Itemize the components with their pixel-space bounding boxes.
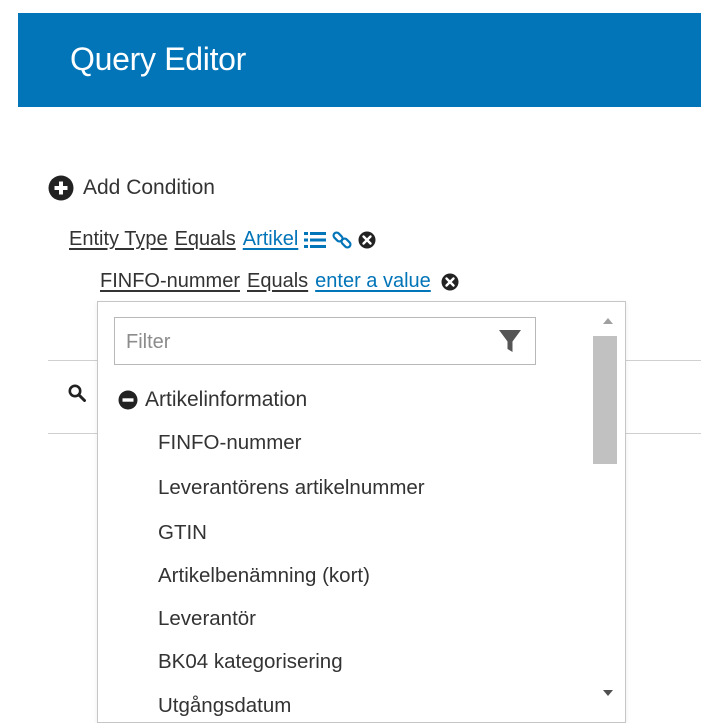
group-header-artikelinformation[interactable]: Artikelinformation	[118, 388, 307, 412]
scroll-down-arrow-icon[interactable]	[602, 688, 614, 698]
group-label: Artikelinformation	[145, 388, 308, 411]
dropdown-option[interactable]: Leverantör	[158, 607, 256, 631]
add-condition-label: Add Condition	[83, 176, 215, 199]
dropdown-option[interactable]: BK04 kategorisering	[158, 650, 343, 674]
scrollbar-thumb[interactable]	[593, 336, 617, 464]
plus-circle-icon	[48, 175, 74, 201]
condition-operator[interactable]: Equals	[175, 228, 236, 251]
condition-row-finfo: FINFO-nummer Equals enter a value	[100, 270, 459, 293]
field-selector-dropdown: Artikelinformation FINFO-nummer Leverant…	[97, 301, 626, 723]
condition-row-entity-type: Entity Type Equals Artikel	[69, 228, 376, 251]
list-icon[interactable]	[304, 231, 327, 249]
condition-field[interactable]: Entity Type	[69, 228, 168, 251]
condition-value[interactable]: enter a value	[315, 270, 431, 293]
scroll-up-arrow-icon[interactable]	[602, 316, 614, 326]
dropdown-option[interactable]: GTIN	[158, 521, 207, 545]
add-condition-button[interactable]: Add Condition	[48, 175, 215, 201]
minus-circle-icon	[118, 390, 138, 410]
funnel-icon	[498, 329, 522, 358]
app-header: Query Editor	[18, 13, 701, 107]
condition-operator[interactable]: Equals	[247, 270, 308, 293]
remove-icon[interactable]	[358, 231, 376, 249]
condition-value[interactable]: Artikel	[243, 228, 299, 251]
page-title: Query Editor	[70, 41, 247, 77]
filter-field	[114, 317, 536, 365]
dropdown-option[interactable]: FINFO-nummer	[158, 431, 302, 455]
dropdown-option[interactable]: Utgångsdatum	[158, 694, 291, 718]
search-icon[interactable]	[68, 384, 86, 407]
condition-field[interactable]: FINFO-nummer	[100, 270, 240, 293]
link-icon[interactable]	[332, 230, 352, 250]
dropdown-option[interactable]: Artikelbenämning (kort)	[158, 564, 370, 588]
dropdown-option[interactable]: Leverantörens artikelnummer	[158, 476, 425, 500]
dropdown-scrollbar[interactable]	[591, 302, 625, 722]
filter-input[interactable]	[124, 326, 488, 358]
remove-icon[interactable]	[441, 273, 459, 291]
